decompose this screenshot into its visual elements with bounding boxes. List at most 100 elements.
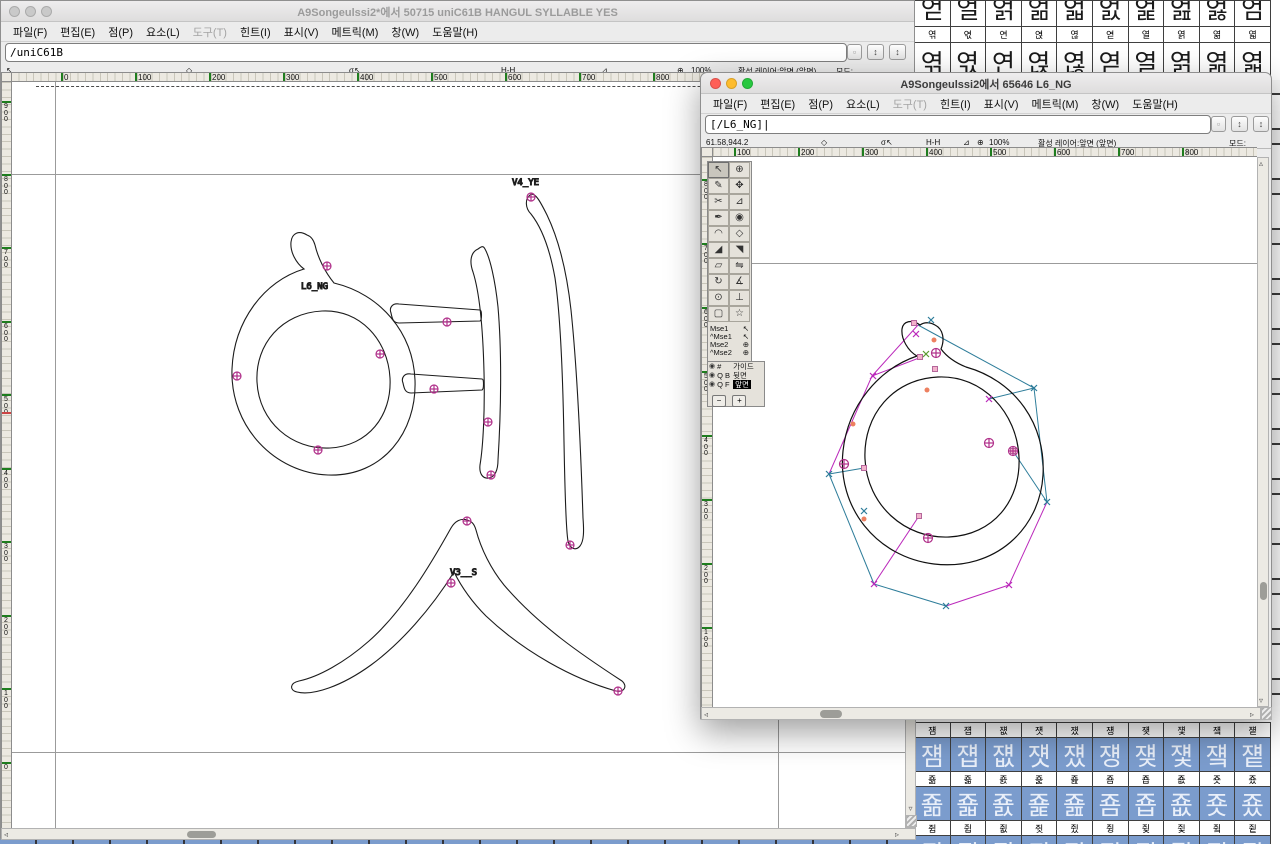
hvcurve-point-tool-icon[interactable]: ◇ xyxy=(729,226,750,242)
glyph-slot[interactable]: 얽 xyxy=(985,0,1022,27)
glyph-slot[interactable]: 죪 xyxy=(915,786,951,821)
hand-tool-icon[interactable]: ✥ xyxy=(729,178,750,194)
horizontal-scrollbar[interactable]: ◃ ▹ xyxy=(701,707,1261,720)
glyph-slot-label[interactable]: 열 xyxy=(1128,26,1165,43)
glyph-slot[interactable]: 쟸 xyxy=(1056,737,1093,772)
glyph-slot-label[interactable]: 쟽 xyxy=(1234,722,1271,738)
dock-button[interactable]: ▫ xyxy=(1211,116,1226,132)
menu-요소(L)[interactable]: 요소(L) xyxy=(846,96,880,112)
glyph-slot-label[interactable]: 쥥 xyxy=(1092,820,1129,836)
glyph-slot-label[interactable]: 엲 xyxy=(1056,26,1093,43)
dock-button[interactable]: ▫ xyxy=(847,44,862,60)
glyph-slot-label[interactable]: 쟼 xyxy=(1199,722,1236,738)
glyph-slot[interactable]: 쥡 xyxy=(950,835,987,844)
glyph-slot-label[interactable]: 쟴 xyxy=(915,722,951,738)
menu-창(W)[interactable]: 창(W) xyxy=(391,24,419,40)
menu-편집(E)[interactable]: 편집(E) xyxy=(60,24,95,40)
glyph-slot-label[interactable]: 쟷 xyxy=(1021,722,1058,738)
magnify-tool-icon[interactable]: ⊕ xyxy=(729,162,750,178)
glyph-canvas[interactable] xyxy=(713,157,1257,707)
glyph-slot-label[interactable]: 엯 xyxy=(950,26,987,43)
rotate3d-tool-icon[interactable]: ⊙ xyxy=(708,290,729,306)
glyph-slot-label[interactable]: 엵 xyxy=(1163,26,1200,43)
polygon-star-tool-icon[interactable]: ☆ xyxy=(729,306,750,322)
glyph-slot[interactable]: 엁 xyxy=(1128,0,1165,27)
glyph-slot-label[interactable]: 쟹 xyxy=(1092,722,1129,738)
glyph-slot[interactable]: 쥣 xyxy=(1021,835,1058,844)
curve-point-square-icon[interactable] xyxy=(917,514,922,519)
glyph-slot[interactable]: 엃 xyxy=(1199,0,1236,27)
glyph-slot-label[interactable]: 쥧 xyxy=(1163,820,1200,836)
glyph-slot-label[interactable]: 죪 xyxy=(915,771,951,787)
freehand-tool-icon[interactable]: ✎ xyxy=(708,178,729,194)
glyph-slot[interactable]: 쟼 xyxy=(1199,737,1236,772)
knife-tool-icon[interactable]: ✂ xyxy=(708,194,729,210)
glyph-slot-label[interactable]: 쥣 xyxy=(1021,820,1058,836)
visibility-eye-icon[interactable]: ◉ xyxy=(709,371,715,380)
layer-row-가이드[interactable]: ◉#가이드 xyxy=(708,362,764,371)
glyph-slot-label[interactable]: 엳 xyxy=(1092,26,1129,43)
menu-점(P)[interactable]: 점(P) xyxy=(108,24,133,40)
menu-도움말(H)[interactable]: 도움말(H) xyxy=(432,24,478,40)
hscroll-thumb[interactable] xyxy=(820,710,842,718)
glyph-slot[interactable]: 쥠 xyxy=(915,835,951,844)
curve-point-tool-icon[interactable]: ◠ xyxy=(708,226,729,242)
menu-창(W)[interactable]: 창(W) xyxy=(1091,96,1119,112)
glyph-slot-label[interactable]: 쥨 xyxy=(1199,820,1236,836)
perspective-tool-icon[interactable]: ⊥ xyxy=(729,290,750,306)
glyph-slot-label[interactable]: 죭 xyxy=(1021,771,1058,787)
glyph-slot-label[interactable]: 쥠 xyxy=(915,820,951,836)
menu-편집(E)[interactable]: 편집(E) xyxy=(760,96,795,112)
hscroll-thumb[interactable] xyxy=(187,831,216,838)
skew-tool-icon[interactable]: ∡ xyxy=(729,274,750,290)
glyph-slot-label[interactable]: 연 xyxy=(985,26,1022,43)
menu-점(P)[interactable]: 점(P) xyxy=(808,96,833,112)
glyph-slot-label[interactable]: 쥡 xyxy=(950,820,987,836)
glyph-slot-label[interactable]: 쥢 xyxy=(985,820,1022,836)
resize-grip[interactable] xyxy=(1261,707,1272,720)
menu-메트릭(M)[interactable]: 메트릭(M) xyxy=(332,24,379,40)
ruler-tool-icon[interactable]: ⊿ xyxy=(729,194,750,210)
glyph-slot-label[interactable]: 죳 xyxy=(1199,771,1236,787)
glyph-slot-label[interactable]: 쟻 xyxy=(1163,722,1200,738)
scroll-down-icon[interactable]: ▿ xyxy=(1259,696,1263,705)
char-name-field[interactable]: [/L6_NG]| xyxy=(705,115,1211,134)
menu-도구(T)[interactable]: 도구(T) xyxy=(893,96,927,112)
glyph-slot[interactable]: 쥤 xyxy=(1056,835,1093,844)
glyph-slot-label[interactable]: 엷 xyxy=(1234,26,1271,43)
char-name-field[interactable]: /uniC61B xyxy=(5,43,847,62)
curve-point-square-icon[interactable] xyxy=(912,321,917,326)
pointer-tool-icon[interactable]: ↖ xyxy=(708,162,729,178)
layer-row-앞면[interactable]: ◉Q F앞면 xyxy=(708,380,764,389)
scroll-up-icon[interactable]: ▵ xyxy=(1259,159,1263,168)
visibility-eye-icon[interactable]: ◉ xyxy=(709,380,715,389)
glyph-slot-label[interactable]: 쥩 xyxy=(1234,820,1271,836)
tangent-point-tool-icon[interactable]: ◥ xyxy=(729,242,750,258)
glyph-slot[interactable]: 죲 xyxy=(1163,786,1200,821)
rect-ellipse-tool-icon[interactable]: ▢ xyxy=(708,306,729,322)
glyph-slot[interactable]: 쟵 xyxy=(950,737,987,772)
glyph-slot[interactable]: 쥦 xyxy=(1128,835,1165,844)
glyph-slot-label[interactable]: 엮 xyxy=(915,26,951,43)
glyph-slot-label[interactable]: 죱 xyxy=(1128,771,1165,787)
flip-tool-icon[interactable]: ⇋ xyxy=(729,258,750,274)
glyph-slot-label[interactable]: 엱 xyxy=(1021,26,1058,43)
curve-point-square-icon[interactable] xyxy=(918,355,923,360)
menu-파일(F)[interactable]: 파일(F) xyxy=(13,24,47,40)
scroll-right-icon[interactable]: ▹ xyxy=(895,830,899,839)
next-glyph-button[interactable]: ↕ xyxy=(889,44,906,60)
vertical-scrollbar[interactable]: ▵ ▿ xyxy=(1257,157,1269,707)
glyph-slot-label[interactable]: 죫 xyxy=(950,771,987,787)
layer-row-뒷면[interactable]: ◉Q B뒷면 xyxy=(708,371,764,380)
pen-tool-icon[interactable]: ✒ xyxy=(708,210,729,226)
prev-glyph-button[interactable]: ↕ xyxy=(867,44,884,60)
titlebar[interactable]: A9Songeulssi2*에서 50715 uniC61B HANGUL SY… xyxy=(1,1,914,22)
glyph-slot[interactable]: 엀 xyxy=(1092,0,1129,27)
scale-tool-icon[interactable]: ▱ xyxy=(708,258,729,274)
glyph-slot[interactable]: 죬 xyxy=(985,786,1022,821)
glyph-slot[interactable]: 쟽 xyxy=(1234,737,1271,772)
rotate-tool-icon[interactable]: ↻ xyxy=(708,274,729,290)
menu-표시(V)[interactable]: 표시(V) xyxy=(284,24,319,40)
menu-힌트(I)[interactable]: 힌트(I) xyxy=(940,96,971,112)
glyph-slot[interactable]: 죭 xyxy=(1021,786,1058,821)
